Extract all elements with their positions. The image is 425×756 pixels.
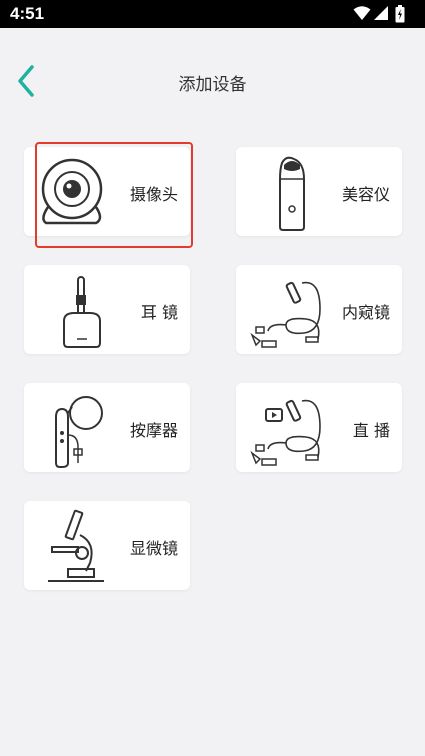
microscope-icon <box>48 509 104 582</box>
otoscope-icon <box>63 276 101 348</box>
battery-icon <box>395 5 405 23</box>
device-card-massager[interactable]: 按摩器 <box>24 383 190 472</box>
signal-icon <box>374 6 388 20</box>
device-card-beauty[interactable]: 美容仪 <box>236 147 402 236</box>
page-title: 添加设备 <box>178 75 247 95</box>
camera-icon <box>41 158 103 225</box>
endoscope-icon <box>250 281 321 348</box>
device-label-camera: 摄像头 <box>129 185 178 204</box>
device-card-camera[interactable]: 摄像头 <box>24 147 190 236</box>
wifi-icon <box>353 6 371 20</box>
device-label-microscope: 显微镜 <box>129 539 178 558</box>
status-bar: 4:51 <box>0 0 425 28</box>
device-card-live[interactable]: 直 播 <box>236 383 402 472</box>
device-label-otoscope: 耳 镜 <box>140 303 178 322</box>
device-card-endoscope[interactable]: 内窥镜 <box>236 265 402 354</box>
app-bar: 添加设备 <box>0 28 425 128</box>
massager-icon <box>55 396 103 468</box>
device-card-otoscope[interactable]: 耳 镜 <box>24 265 190 354</box>
beauty-device-icon <box>279 156 305 231</box>
status-time: 4:51 <box>10 4 45 23</box>
device-card-microscope[interactable]: 显微镜 <box>24 501 190 590</box>
device-label-beauty: 美容仪 <box>341 185 390 204</box>
device-label-endoscope: 内窥镜 <box>341 303 390 322</box>
live-stream-icon <box>250 399 321 466</box>
device-label-live: 直 播 <box>352 421 390 440</box>
device-label-massager: 按摩器 <box>129 421 178 440</box>
